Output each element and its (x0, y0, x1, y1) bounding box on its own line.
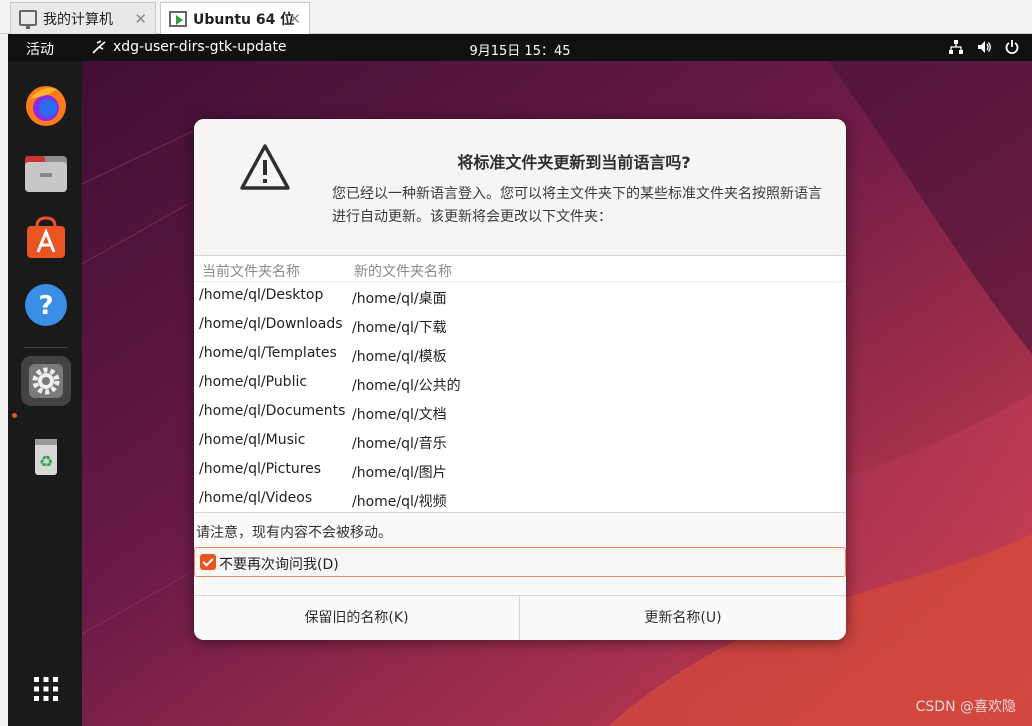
checkbox-label[interactable]: 不要再次询问我(D) (219, 554, 339, 574)
top-bar: 活动 xdg-user-dirs-gtk-update 9月15日 15：45 (8, 34, 1032, 61)
guest-screen: 活动 xdg-user-dirs-gtk-update 9月15日 15：45 (8, 34, 1032, 726)
new-folder-cell: /home/ql/音乐 (352, 436, 447, 452)
dialog-header: 将标准文件夹更新到当前语言吗? 您已经以一种新语言登入。您可以将主文件夹下的某些… (194, 119, 846, 255)
system-tray[interactable] (948, 39, 1020, 55)
current-folder-cell: /home/ql/Music (199, 432, 306, 448)
app-grid-icon[interactable] (21, 664, 71, 714)
dialog-title: 将标准文件夹更新到当前语言吗? (457, 153, 691, 172)
table-row[interactable]: /home/ql/Templates /home/ql/模板 (194, 340, 846, 369)
settings-icon[interactable] (21, 356, 71, 406)
network-icon[interactable] (948, 39, 964, 55)
trash-icon[interactable]: ♻ (21, 431, 71, 481)
host-tab-ubuntu[interactable]: Ubuntu 64 位 ✕ (160, 2, 310, 34)
host-tab-label: 我的计算机 (43, 11, 113, 28)
current-folder-cell: /home/ql/Videos (199, 490, 313, 506)
update-names-button[interactable]: 更新名称(U) (520, 596, 846, 640)
watermark: CSDN @喜欢隐 (915, 699, 1016, 715)
current-folder-cell: /home/ql/Public (199, 374, 308, 390)
column-header-new[interactable]: 新的文件夹名称 (354, 261, 452, 281)
table-row[interactable]: /home/ql/Videos /home/ql/视频 (194, 485, 846, 514)
dialog-buttons: 保留旧的名称(K) 更新名称(U) (194, 595, 846, 640)
host-tab-strip: 我的计算机 ✕ Ubuntu 64 位 ✕ (0, 0, 1032, 34)
current-folder-cell: /home/ql/Pictures (199, 461, 322, 477)
monitor-icon (19, 9, 37, 29)
volume-icon[interactable] (976, 39, 992, 55)
keep-old-names-button[interactable]: 保留旧的名称(K) (194, 596, 520, 640)
current-folder-cell: /home/ql/Downloads (199, 316, 343, 332)
table-row[interactable]: /home/ql/Pictures /home/ql/图片 (194, 456, 846, 485)
table-row[interactable]: /home/ql/Documents /home/ql/文档 (194, 398, 846, 427)
new-folder-cell: /home/ql/桌面 (352, 291, 447, 307)
new-folder-cell: /home/ql/下载 (352, 320, 447, 336)
host-tab-my-computer[interactable]: 我的计算机 ✕ (10, 2, 156, 34)
host-tab-label: Ubuntu 64 位 (193, 11, 295, 28)
checkbox-checked-icon[interactable] (200, 554, 216, 570)
column-header-current[interactable]: 当前文件夹名称 (202, 261, 300, 281)
table-row[interactable]: /home/ql/Music /home/ql/音乐 (194, 427, 846, 456)
warning-icon (240, 144, 290, 190)
new-folder-cell: /home/ql/图片 (352, 465, 447, 481)
svg-text:♻: ♻ (39, 452, 53, 471)
firefox-icon[interactable] (21, 81, 71, 131)
dock: ? ♻ (8, 61, 82, 726)
close-icon[interactable]: ✕ (134, 10, 147, 28)
vm-icon (169, 10, 187, 27)
dock-separator (24, 347, 68, 348)
current-folder-cell: /home/ql/Templates (199, 345, 337, 361)
help-icon[interactable]: ? (21, 280, 71, 330)
new-folder-cell: /home/ql/文档 (352, 407, 447, 423)
new-folder-cell: /home/ql/公共的 (352, 378, 461, 394)
new-folder-cell: /home/ql/视频 (352, 494, 447, 510)
power-icon[interactable] (1004, 39, 1020, 55)
software-icon[interactable] (21, 214, 71, 264)
table-row[interactable]: /home/ql/Public /home/ql/公共的 (194, 369, 846, 398)
clock[interactable]: 9月15日 15：45 (8, 40, 1032, 59)
dont-ask-again-checkbox[interactable]: 不要再次询问我(D) (194, 547, 846, 577)
svg-text:?: ? (38, 291, 53, 321)
notice-text: 请注意，现有内容不会被移动。 (196, 525, 392, 541)
current-folder-cell: /home/ql/Documents (199, 403, 346, 419)
current-folder-cell: /home/ql/Desktop (199, 287, 324, 303)
files-icon[interactable] (21, 148, 71, 198)
update-folders-dialog: 将标准文件夹更新到当前语言吗? 您已经以一种新语言登入。您可以将主文件夹下的某些… (194, 119, 846, 640)
close-icon[interactable]: ✕ (288, 10, 301, 28)
dialog-message: 您已经以一种新语言登入。您可以将主文件夹下的某些标准文件夹名按照新语言进行自动更… (332, 186, 822, 225)
table-row[interactable]: /home/ql/Downloads /home/ql/下载 (194, 311, 846, 340)
table-row[interactable]: /home/ql/Desktop /home/ql/桌面 (194, 282, 846, 311)
new-folder-cell: /home/ql/模板 (352, 349, 447, 365)
folder-table[interactable]: 当前文件夹名称 新的文件夹名称 /home/ql/Desktop /home/q… (194, 255, 846, 513)
running-indicator (12, 413, 17, 418)
